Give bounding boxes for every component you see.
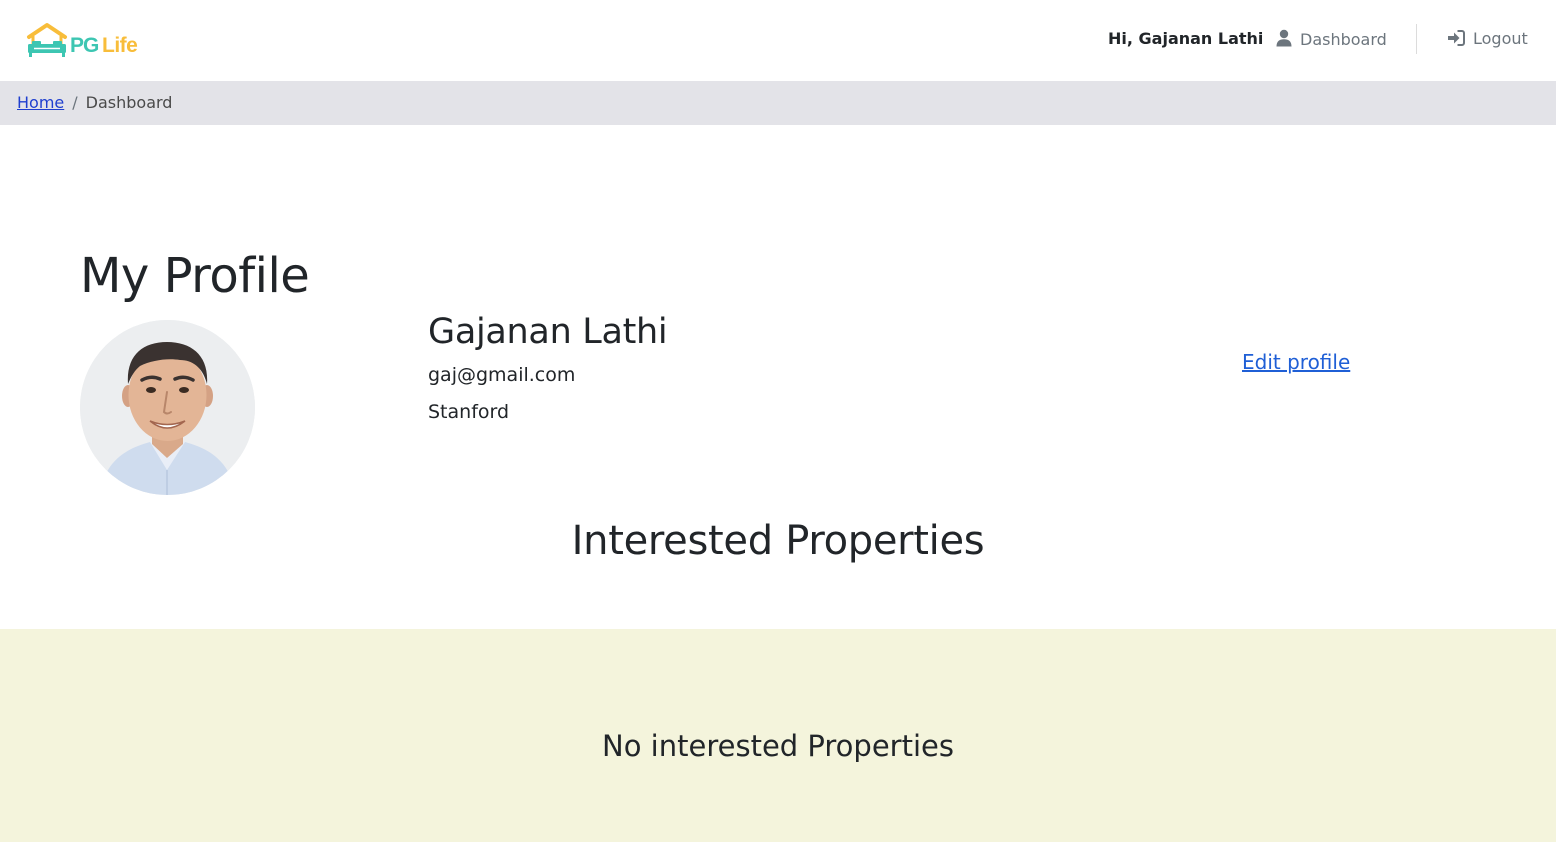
breadcrumb-home-link[interactable]: Home (17, 93, 64, 112)
profile-email: gaj@gmail.com (428, 364, 576, 386)
top-navbar: PG Life Hi, Gajanan Lathi Dashboard Logo… (0, 0, 1556, 81)
logo-text-pg: PG (70, 34, 99, 57)
edit-profile-link[interactable]: Edit profile (1242, 350, 1350, 374)
breadcrumb: Home / Dashboard (0, 81, 1556, 125)
breadcrumb-separator: / (72, 93, 78, 112)
pglife-logo[interactable]: PG Life (26, 22, 146, 60)
user-icon (1276, 29, 1292, 47)
profile-photo (80, 320, 255, 495)
nav-logout-link[interactable]: Logout (1447, 29, 1528, 48)
profile-name: Gajanan Lathi (428, 312, 668, 352)
avatar (80, 320, 255, 495)
page-title: My Profile (80, 248, 310, 304)
nav-logout-label: Logout (1473, 29, 1528, 48)
house-bed-logo-icon (27, 23, 67, 57)
nav-dashboard-link[interactable]: Dashboard (1276, 29, 1387, 51)
interested-properties-panel: No interested Properties (0, 629, 1556, 842)
profile-college: Stanford (428, 401, 510, 423)
user-greeting: Hi, Gajanan Lathi (1108, 29, 1264, 48)
interested-properties-title: Interested Properties (571, 518, 985, 564)
nav-dashboard-label: Dashboard (1300, 30, 1387, 49)
logo-text-life: Life (102, 34, 138, 57)
nav-divider (1416, 24, 1417, 54)
empty-state-message: No interested Properties (602, 729, 954, 763)
sign-in-icon (1447, 30, 1465, 46)
breadcrumb-current: Dashboard (85, 93, 173, 112)
